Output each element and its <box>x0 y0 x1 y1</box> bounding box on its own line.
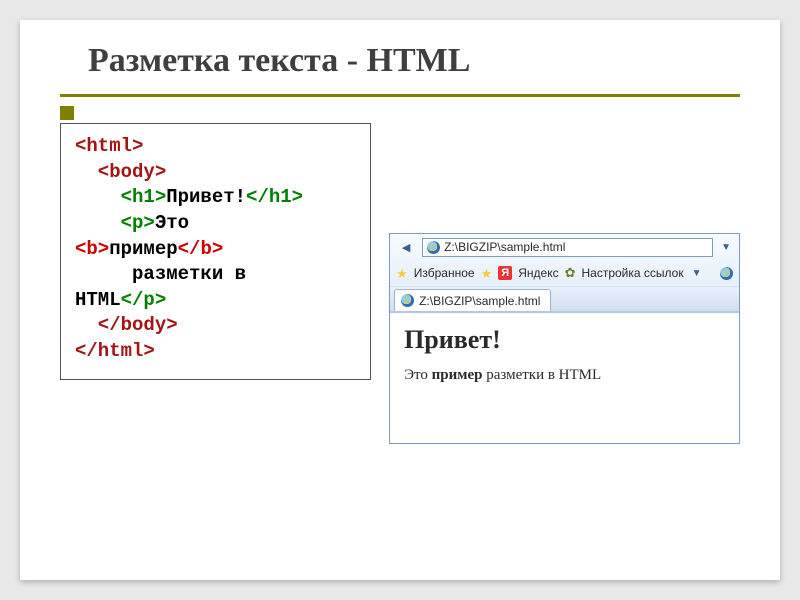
code-h1-close: </h1> <box>246 186 303 208</box>
content-row: <html> <body> <h1>Привет!</h1> <p>Это <b… <box>60 123 740 444</box>
tab-bar: Z:\BIGZIP\sample.html <box>390 286 739 312</box>
links-dropdown-icon[interactable]: ▼ <box>690 268 704 279</box>
bookmark-star-icon[interactable]: ★ <box>481 267 493 280</box>
address-bar[interactable]: Z:\BIGZIP\sample.html <box>422 238 713 257</box>
code-body-close: </body> <box>75 314 178 336</box>
code-b-text: пример <box>109 238 177 260</box>
code-h1-open: <h1> <box>75 186 166 208</box>
code-line6: разметки в <box>75 263 246 285</box>
tab-label: Z:\BIGZIP\sample.html <box>419 294 540 308</box>
code-html-close: </html> <box>75 340 155 362</box>
settings-label[interactable]: Настройка ссылок <box>581 266 683 280</box>
address-dropdown-icon[interactable]: ▼ <box>719 242 733 253</box>
accent-square <box>60 106 74 120</box>
slide-title: Разметка текста - HTML <box>88 42 740 80</box>
rendered-page: Привет! Это пример разметки в HTML <box>390 313 739 443</box>
rendered-p-before: Это <box>404 367 432 383</box>
code-body-open: <body> <box>75 161 166 183</box>
code-p-text1: Это <box>155 212 189 234</box>
code-p-close: </p> <box>121 289 167 311</box>
code-box: <html> <body> <h1>Привет!</h1> <p>Это <b… <box>60 123 371 380</box>
nav-back-button[interactable]: ◀ <box>396 237 416 257</box>
ie-corner-icon[interactable] <box>720 267 733 280</box>
code-b-close: </b> <box>178 238 224 260</box>
links-bar: ★ Избранное ★ Я Яндекс ✿ Настройка ссыло… <box>390 260 739 286</box>
favorites-star-icon[interactable]: ★ <box>396 267 408 280</box>
address-wrap: Z:\BIGZIP\sample.html <box>422 238 713 257</box>
ie-icon <box>427 241 440 254</box>
browser-tab[interactable]: Z:\BIGZIP\sample.html <box>394 289 551 311</box>
address-bar-row: ◀ Z:\BIGZIP\sample.html ▼ <box>390 234 739 260</box>
favorites-label[interactable]: Избранное <box>414 266 475 280</box>
slide: Разметка текста - HTML <html> <body> <h1… <box>20 20 780 580</box>
gear-icon[interactable]: ✿ <box>565 265 576 281</box>
title-underline <box>60 94 740 97</box>
browser-chrome: ◀ Z:\BIGZIP\sample.html ▼ ★ Избранное ★ … <box>390 234 739 313</box>
code-b-open: <b> <box>75 238 109 260</box>
browser-window: ◀ Z:\BIGZIP\sample.html ▼ ★ Избранное ★ … <box>389 233 740 444</box>
rendered-heading: Привет! <box>404 325 725 355</box>
code-p-open: <p> <box>75 212 155 234</box>
rendered-p-bold: пример <box>432 367 483 383</box>
yandex-icon[interactable]: Я <box>498 266 512 280</box>
tab-ie-icon <box>401 294 414 307</box>
yandex-label[interactable]: Яндекс <box>518 266 558 280</box>
code-h1-text: Привет! <box>166 186 246 208</box>
code-html-open: <html> <box>75 135 143 157</box>
code-line7a: HTML <box>75 289 121 311</box>
rendered-paragraph: Это пример разметки в HTML <box>404 367 725 384</box>
address-text: Z:\BIGZIP\sample.html <box>444 240 565 254</box>
rendered-p-after: разметки в HTML <box>482 367 601 383</box>
